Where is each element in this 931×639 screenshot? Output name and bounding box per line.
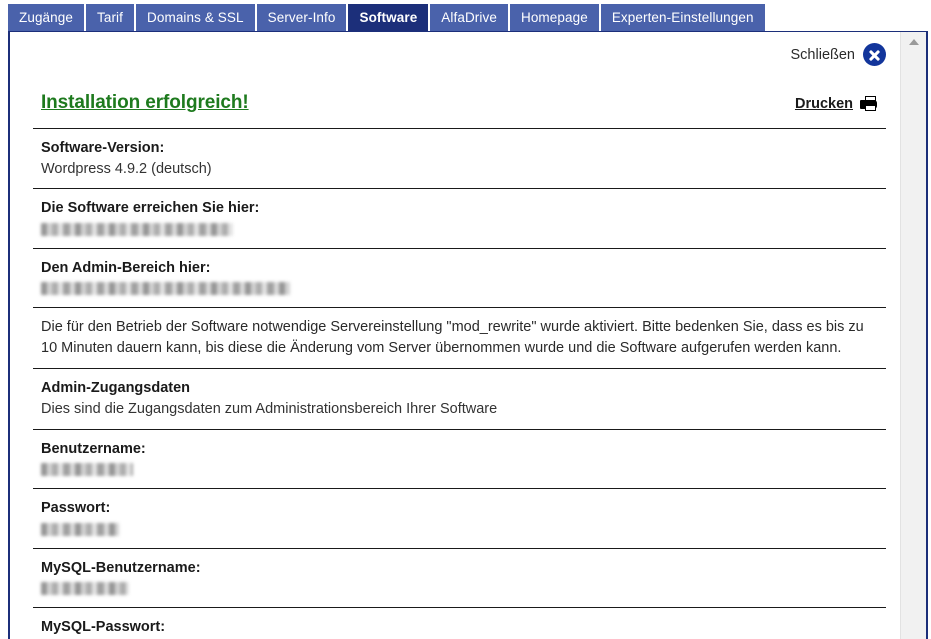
redaction-bar (41, 222, 233, 236)
detail-row: MySQL-Passwort: (33, 608, 886, 639)
software-panel: Schließen Installation erfolgreich! Druc… (8, 31, 928, 639)
detail-value: Wordpress 4.9.2 (deutsch) (41, 160, 212, 177)
close-button[interactable]: Schließen (791, 43, 886, 66)
redacted-value (41, 459, 878, 479)
vertical-scrollbar[interactable] (900, 32, 926, 639)
tab-software[interactable]: Software (348, 4, 431, 31)
detail-row: Die Software erreichen Sie hier: (33, 189, 886, 248)
tab-server-info[interactable]: Server-Info (256, 4, 349, 31)
redaction-bar (41, 282, 290, 296)
detail-label: Den Admin-Bereich hier: (41, 259, 211, 276)
detail-label: Admin-Zugangsdaten (41, 380, 191, 397)
tab-homepage[interactable]: Homepage (509, 4, 601, 31)
redacted-value (41, 219, 878, 239)
detail-label: MySQL-Benutzername: (41, 559, 201, 576)
detail-row: Passwort: (33, 489, 886, 548)
redacted-value (41, 578, 878, 598)
detail-row: Den Admin-Bereich hier: (33, 249, 886, 308)
detail-row: MySQL-Benutzername: (33, 549, 886, 608)
redaction-bar (41, 582, 129, 596)
detail-label: Die Software erreichen Sie hier: (41, 200, 260, 217)
redaction-bar (41, 522, 119, 536)
detail-row: Benutzername: (33, 430, 886, 489)
tab-list: Zugänge Tarif Domains & SSL Server-Info Soft… (8, 4, 765, 31)
tab-alfadrive[interactable]: AlfaDrive (430, 4, 510, 31)
tab-domains-ssl[interactable]: Domains & SSL (136, 4, 257, 31)
result-header: Installation erfolgreich! Drucken (33, 84, 886, 128)
close-label: Schließen (790, 46, 855, 63)
info-paragraph: Die für den Betrieb der Software notwend… (41, 319, 864, 357)
panel-content-area: Schließen Installation erfolgreich! Druc… (10, 32, 900, 639)
detail-label: Benutzername: (41, 440, 146, 457)
printer-icon (860, 96, 880, 112)
details-list: Software-Version: Wordpress 4.9.2 (deutsc… (33, 128, 886, 639)
tab-tarif[interactable]: Tarif (86, 4, 137, 31)
scroll-up-arrow-icon[interactable] (901, 32, 926, 52)
detail-label: MySQL-Passwort: (41, 619, 166, 636)
detail-label: Software-Version: (41, 140, 165, 156)
detail-label: Passwort: (41, 500, 111, 517)
page-title[interactable]: Installation erfolgreich! (41, 92, 249, 114)
detail-row: Software-Version: Wordpress 4.9.2 (deutsc… (33, 129, 886, 188)
detail-row: Die für den Betrieb der Software notwend… (33, 308, 886, 368)
tab-experten-einstellungen[interactable]: Experten-Einstellungen (600, 4, 765, 31)
close-circle-icon[interactable] (863, 43, 886, 66)
redacted-value (41, 519, 878, 539)
installation-result: Installation erfolgreich! Drucken Softwa… (33, 84, 886, 639)
print-label: Drucken (794, 96, 853, 112)
redacted-value (41, 278, 878, 298)
redaction-bar (41, 463, 133, 477)
tab-bar: Zugänge Tarif Domains & SSL Server-Info Soft… (0, 0, 931, 32)
print-button[interactable]: Drucken (795, 96, 880, 112)
detail-value: Dies sind die Zugangsdaten zum Administr… (41, 400, 498, 417)
tab-zug-nge[interactable]: Zugänge (8, 4, 86, 31)
detail-row: Admin-Zugangsdaten Dies sind die Zugangsd… (33, 369, 886, 428)
